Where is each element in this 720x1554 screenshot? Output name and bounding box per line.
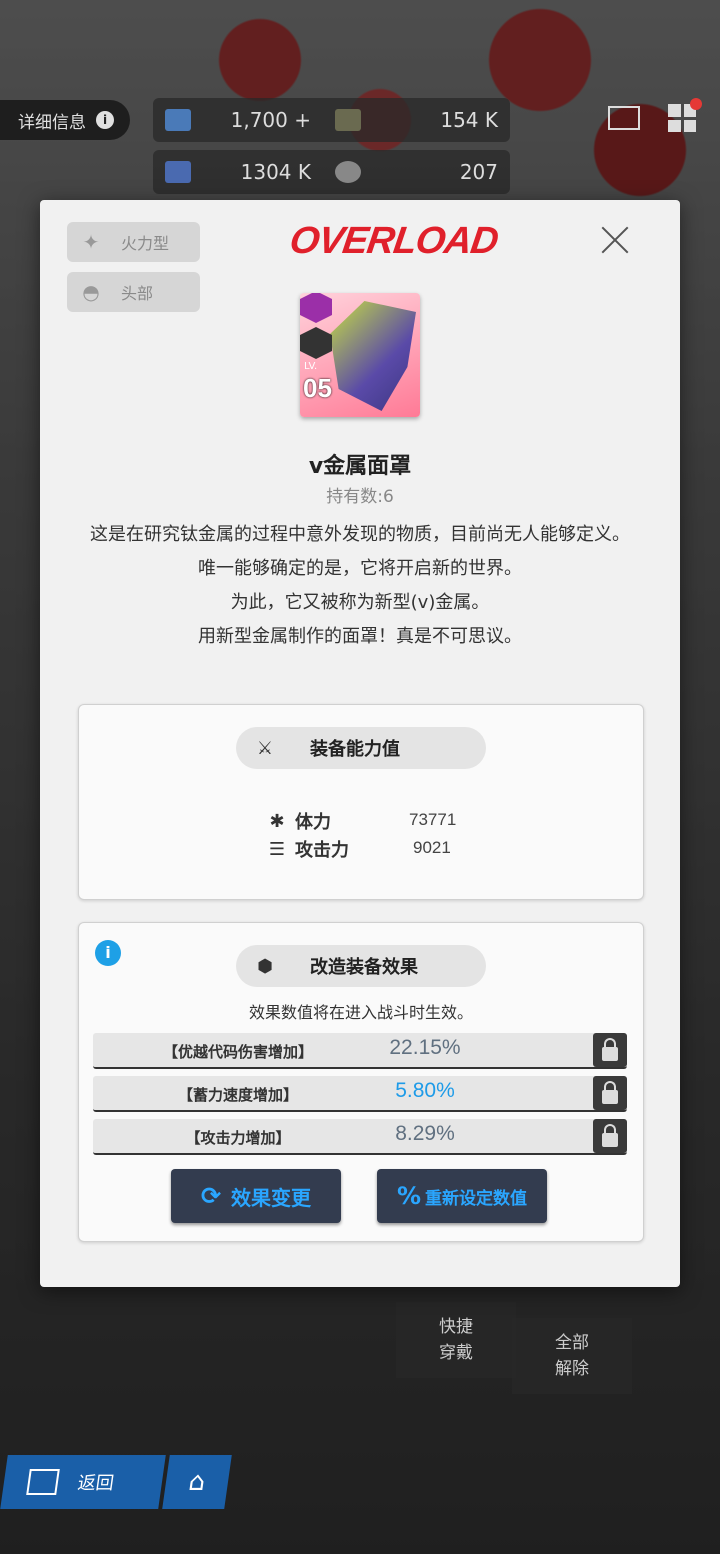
effect-row: 【优越代码伤害增加】 22.15% — [93, 1033, 627, 1069]
effect-row: 【蓄力速度增加】 5.80% — [93, 1076, 627, 1112]
info-icon: i — [96, 111, 114, 129]
gem-icon — [165, 109, 191, 131]
gem-value: 1,700 — [230, 108, 288, 132]
level-value: 05 — [303, 373, 332, 403]
stat-label: 攻击力 — [295, 840, 349, 861]
slot-tag: ◓ 头部 — [67, 272, 200, 312]
change-effect-label: 效果变更 — [231, 1185, 312, 1210]
info-icon[interactable]: i — [95, 940, 121, 966]
crossed-swords-icon: ⚔ — [256, 737, 274, 759]
resource-battery[interactable]: 1304 K — [153, 160, 323, 184]
resource-bar-top: 1,700 + 154 K — [153, 98, 510, 142]
stat-hp: ✱ 体力 — [265, 808, 331, 834]
credit-card-icon — [335, 109, 361, 131]
item-art — [330, 301, 416, 411]
resource-credit[interactable]: 154 K — [323, 108, 510, 132]
home-icon: ⌂ — [186, 1467, 208, 1497]
item-description: 这是在研究钛金属的过程中意外发现的物质，目前尚无人能够定义。 唯一能够确定的是，… — [76, 518, 644, 654]
percent-icon: % — [396, 1182, 422, 1210]
effects-title: 改造装备效果 — [310, 957, 418, 978]
helmet-icon: ◓ — [82, 280, 100, 304]
lock-icon[interactable] — [593, 1119, 627, 1153]
stats-title: 装备能力值 — [310, 739, 400, 760]
cube-icon: ⬢ — [257, 955, 273, 977]
effect-row: 【攻击力增加】 8.29% — [93, 1119, 627, 1155]
description-line: 唯一能够确定的是，它将开启新的世界。 — [198, 558, 522, 579]
reset-values-label: 重新设定数值 — [425, 1188, 528, 1209]
class-tag-label: 火力型 — [121, 234, 170, 253]
bullets-icon: ☰ — [268, 838, 286, 860]
effect-name: 【优越代码伤害增加】 — [162, 1043, 313, 1061]
equipment-stats-panel: ⚔ 装备能力值 ✱ 体力 73771 ☰ 攻击力 9021 — [78, 704, 644, 900]
core-orb-icon — [335, 161, 361, 183]
effect-name: 【攻击力增加】 — [185, 1129, 291, 1147]
item-card: LV. 05 — [300, 293, 420, 417]
stat-value: 73771 — [409, 810, 457, 829]
description-line: 为此，它又被称为新型(v)金属。 — [230, 592, 490, 613]
core-value: 207 — [459, 160, 498, 184]
reset-values-button[interactable]: % 重新设定数值 — [377, 1169, 547, 1223]
credit-value: 154 K — [440, 108, 498, 132]
exit-icon — [26, 1469, 60, 1495]
rarity-badge-icon — [300, 293, 332, 323]
owned-count: 持有数:6 — [326, 487, 394, 507]
effect-value: 8.29% — [395, 1122, 455, 1145]
stat-value: 9021 — [413, 838, 451, 857]
battery-icon — [165, 161, 191, 183]
detail-info-button[interactable]: 详细信息 i — [0, 100, 130, 140]
level-label: LV. — [304, 361, 318, 372]
home-button[interactable]: ⌂ — [162, 1455, 232, 1509]
back-button[interactable]: 返回 — [0, 1455, 166, 1509]
mail-icon[interactable] — [608, 106, 640, 130]
class-tag: ✦ 火力型 — [67, 222, 200, 262]
effects-header: ⬢ 改造装备效果 — [236, 945, 486, 987]
change-effect-button[interactable]: ⟳ 效果变更 — [171, 1169, 341, 1223]
description-line: 这是在研究钛金属的过程中意外发现的物质，目前尚无人能够定义。 — [90, 524, 630, 545]
equipment-detail-modal: ✦ 火力型 ◓ 头部 OVERLOAD LV. 05 v金属面罩 持有数:6 这… — [40, 200, 680, 1287]
detail-info-label: 详细信息 — [18, 112, 86, 133]
effect-value: 22.15% — [389, 1036, 461, 1059]
equipment-effects-panel: i ⬢ 改造装备效果 效果数值将在进入战斗时生效。 【优越代码伤害增加】 22.… — [78, 922, 644, 1242]
stat-label: 体力 — [295, 812, 331, 833]
stat-attack: ☰ 攻击力 — [265, 836, 349, 862]
firepower-icon: ✦ — [82, 230, 100, 254]
resource-bar-bottom: 1304 K 207 — [153, 150, 510, 194]
battery-value: 1304 K — [240, 160, 311, 184]
lock-icon[interactable] — [593, 1033, 627, 1067]
resource-gem[interactable]: 1,700 + — [153, 108, 323, 132]
back-label: 返回 — [76, 1473, 116, 1494]
slot-tag-label: 头部 — [121, 284, 154, 303]
lock-icon[interactable] — [593, 1076, 627, 1110]
resource-core[interactable]: 207 — [323, 160, 510, 184]
refresh-icon: ⟳ — [200, 1182, 222, 1210]
add-gem-button[interactable]: + — [294, 108, 311, 132]
class-badge-icon — [300, 327, 332, 359]
effect-name: 【蓄力速度增加】 — [177, 1086, 298, 1104]
stats-header: ⚔ 装备能力值 — [236, 727, 486, 769]
overload-logo: OVERLOAD — [287, 220, 501, 262]
quick-equip-button[interactable]: 快捷 穿戴 — [396, 1302, 516, 1378]
effects-note: 效果数值将在进入战斗时生效。 — [248, 1003, 473, 1022]
notification-dot — [690, 98, 702, 110]
description-line: 用新型金属制作的面罩！真是不可思议。 — [198, 626, 522, 647]
unequip-all-button[interactable]: 全部 解除 — [512, 1318, 632, 1394]
asterisk-icon: ✱ — [269, 810, 285, 832]
effect-value: 5.80% — [395, 1079, 455, 1102]
item-name: v金属面罩 — [308, 454, 412, 479]
close-button[interactable] — [595, 220, 635, 260]
